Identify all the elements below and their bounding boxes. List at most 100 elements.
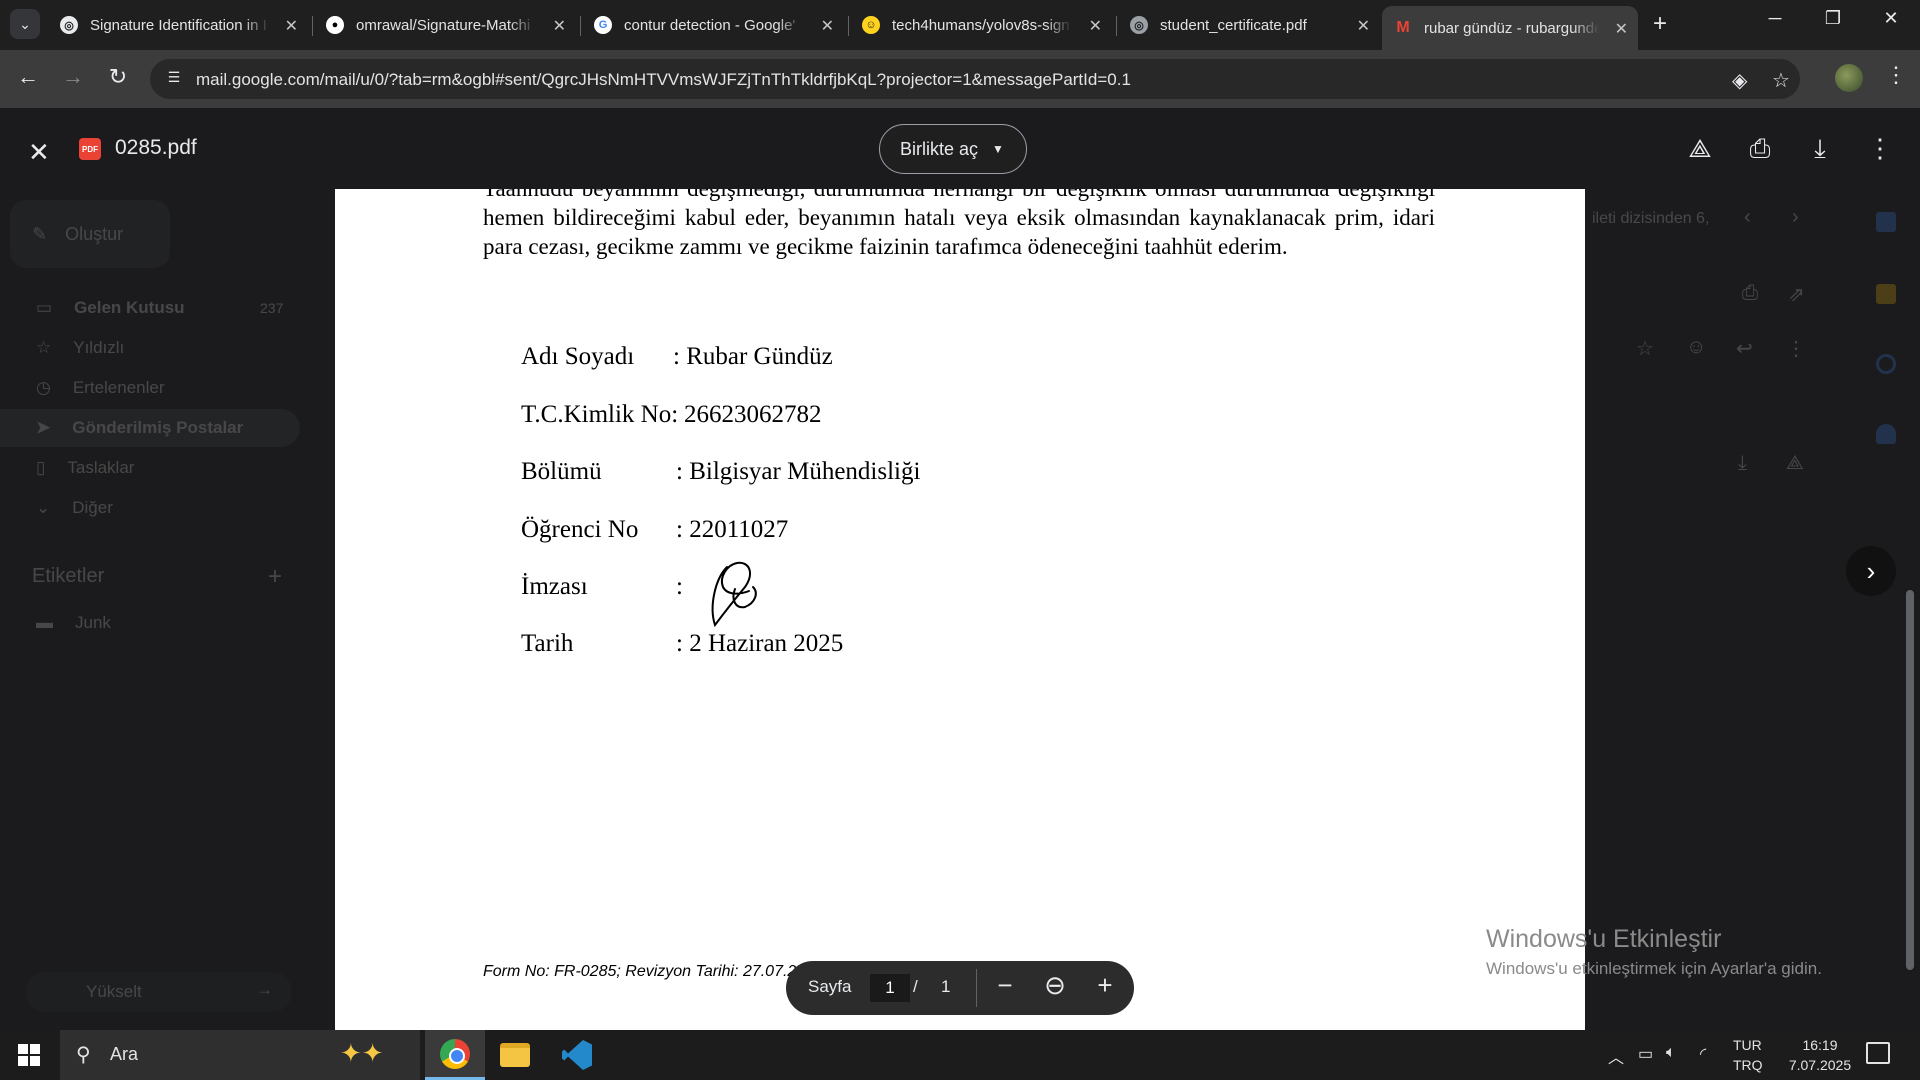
minimize-icon[interactable]: ─: [1752, 8, 1798, 29]
windows-start-icon[interactable]: [18, 1044, 40, 1066]
close-icon[interactable]: ✕: [821, 16, 834, 36]
tab-title: tech4humans/yolov8s-sign: [892, 16, 1070, 34]
tray-expand-icon[interactable]: ︿: [1608, 1044, 1624, 1068]
globe-icon: ◎: [1130, 16, 1148, 34]
close-icon[interactable]: ✕: [1615, 19, 1628, 39]
lang-code: TUR: [1733, 1037, 1762, 1053]
close-icon[interactable]: ✕: [1357, 16, 1370, 36]
activation-watermark-subtitle: Windows'u etkinleştirmek için Ayarlar'a …: [1486, 959, 1822, 978]
taskbar-search[interactable]: ⚲ Ara ✦✦: [60, 1030, 420, 1080]
close-icon[interactable]: ✕: [285, 16, 298, 36]
reload-icon[interactable]: ↻: [103, 64, 133, 90]
sidebar-item-starred[interactable]: ☆ Yıldızlı: [0, 329, 300, 367]
github-icon: ●: [326, 16, 344, 34]
browser-toolbar: ← → ↻ ☰ mail.google.com/mail/u/0/?tab=rm…: [0, 50, 1920, 108]
browser-tab[interactable]: G contur detection - Google' ✕: [582, 8, 844, 42]
total-pages: 1: [941, 977, 951, 996]
add-to-drive-icon[interactable]: ⟁: [1683, 133, 1717, 165]
emoji-icon[interactable]: ☺: [1686, 336, 1706, 359]
sidebar-item-drafts[interactable]: ▯ Taslaklar: [0, 449, 300, 487]
print-icon[interactable]: ⎙: [1742, 282, 1758, 305]
field-value: 26623062782: [684, 401, 822, 428]
profile-avatar[interactable]: [1835, 64, 1863, 92]
labels-heading-text: Etiketler: [32, 565, 105, 587]
page-controls: Sayfa 1 / 1 − ⊖ +: [786, 961, 1134, 1015]
close-icon[interactable]: ✕: [553, 16, 566, 36]
sidebar-item-snoozed[interactable]: ◷ Ertelenenler: [0, 369, 300, 407]
address-bar[interactable]: ☰ mail.google.com/mail/u/0/?tab=rm&ogbl#…: [150, 59, 1800, 99]
taskbar-vscode[interactable]: [547, 1030, 607, 1080]
forward-icon[interactable]: →: [58, 64, 88, 90]
input-language[interactable]: TUR TRQ: [1733, 1035, 1763, 1075]
download-icon[interactable]: ⤓: [1738, 452, 1747, 475]
notifications-icon[interactable]: [1866, 1042, 1890, 1064]
chevron-right-icon[interactable]: ›: [1792, 206, 1799, 229]
search-icon: ⚲: [76, 1044, 91, 1066]
taskbar-chrome[interactable]: [425, 1030, 485, 1080]
tasks-icon[interactable]: [1876, 354, 1896, 374]
close-icon[interactable]: ✕: [1089, 16, 1102, 36]
compose-button[interactable]: ✎ Oluştur: [10, 200, 170, 268]
url-text[interactable]: mail.google.com/mail/u/0/?tab=rm&ogbl#se…: [196, 70, 1131, 90]
browser-menu-icon[interactable]: ⋮: [1885, 62, 1907, 88]
add-to-drive-icon[interactable]: ⟁: [1786, 452, 1804, 475]
arrow-right-icon: →: [256, 980, 273, 999]
field-label: Bölümü: [521, 458, 602, 485]
close-window-icon[interactable]: ✕: [1868, 8, 1914, 29]
restore-icon[interactable]: ❐: [1810, 8, 1856, 29]
sidebar-item-inbox[interactable]: ▭ Gelen Kutusu 237: [0, 289, 300, 327]
tab-search-button[interactable]: ⌄: [10, 9, 40, 39]
tab-title: rubar gündüz - rubargunde: [1424, 19, 1599, 37]
keep-icon[interactable]: [1876, 284, 1896, 304]
browser-tab-active[interactable]: M rubar gündüz - rubargunde ✕: [1382, 6, 1638, 50]
scrollbar[interactable]: [1906, 590, 1914, 970]
browser-tab-strip: ⌄ ◎ Signature Identification in I ✕ ● om…: [0, 0, 1920, 50]
site-info-icon[interactable]: ☰: [164, 69, 184, 89]
page-number-input[interactable]: 1: [870, 974, 910, 1002]
sidebar-item-sent[interactable]: ➤ Gönderilmiş Postalar: [0, 409, 300, 447]
print-icon[interactable]: ⎙: [1743, 133, 1777, 165]
more-options-icon[interactable]: ⋮: [1863, 133, 1897, 164]
bookmark-star-icon[interactable]: ☆: [1772, 68, 1790, 93]
download-icon[interactable]: ⤓: [1803, 133, 1837, 165]
field-value: : 22011027: [676, 516, 789, 543]
battery-icon[interactable]: ▭: [1638, 1044, 1653, 1064]
taskbar-clock[interactable]: 16:19 7.07.2025: [1780, 1035, 1860, 1075]
open-new-window-icon[interactable]: ⇗: [1788, 282, 1805, 307]
pencil-icon: ✎: [32, 223, 48, 244]
star-icon: ☆: [36, 338, 52, 357]
sidebar-item-more[interactable]: ⌄ Diğer: [0, 489, 300, 527]
zoom-out-icon[interactable]: −: [988, 970, 1022, 1001]
close-viewer-icon[interactable]: ✕: [28, 137, 50, 168]
more-icon[interactable]: ⋮: [1786, 336, 1806, 361]
browser-tab[interactable]: ◎ Signature Identification in I ✕: [48, 8, 308, 42]
clock-date: 7.07.2025: [1788, 1057, 1852, 1073]
tab-title: contur detection - Google': [624, 16, 796, 34]
browser-tab[interactable]: ● omrawal/Signature-Matchi ✕: [314, 8, 576, 42]
back-icon[interactable]: ←: [13, 64, 43, 90]
browser-tab[interactable]: ☺ tech4humans/yolov8s-sign ✕: [850, 8, 1112, 42]
sidebar-label-junk[interactable]: ▬ Junk: [0, 604, 300, 642]
reply-icon[interactable]: ↩: [1736, 336, 1753, 361]
volume-icon[interactable]: 🔈︎: [1666, 1044, 1676, 1062]
next-attachment-button[interactable]: ›: [1846, 546, 1896, 596]
open-with-button[interactable]: Birlikte aç ▼: [879, 124, 1027, 174]
upgrade-label: Yükselt: [86, 982, 142, 1001]
add-label-icon[interactable]: +: [268, 563, 282, 591]
compose-label: Oluştur: [65, 223, 124, 244]
zoom-reset-icon[interactable]: ⊖: [1038, 970, 1072, 1001]
chevron-left-icon[interactable]: ‹: [1744, 206, 1751, 229]
tab-divider: [580, 16, 581, 36]
upgrade-button[interactable]: Yükselt →: [26, 972, 292, 1012]
network-icon[interactable]: ◜: [1700, 1044, 1706, 1064]
tab-divider: [848, 16, 849, 36]
browser-tab[interactable]: ◎ student_certificate.pdf ✕: [1118, 8, 1380, 42]
field-label: T.C.Kimlik No:: [521, 401, 679, 428]
zoom-in-icon[interactable]: +: [1088, 970, 1122, 1001]
contacts-icon[interactable]: [1876, 424, 1896, 444]
lens-icon[interactable]: ◈: [1732, 68, 1747, 93]
star-icon[interactable]: ☆: [1636, 336, 1654, 361]
new-tab-button[interactable]: +: [1653, 10, 1667, 38]
taskbar-file-explorer[interactable]: [485, 1030, 545, 1080]
calendar-icon[interactable]: [1876, 212, 1896, 232]
